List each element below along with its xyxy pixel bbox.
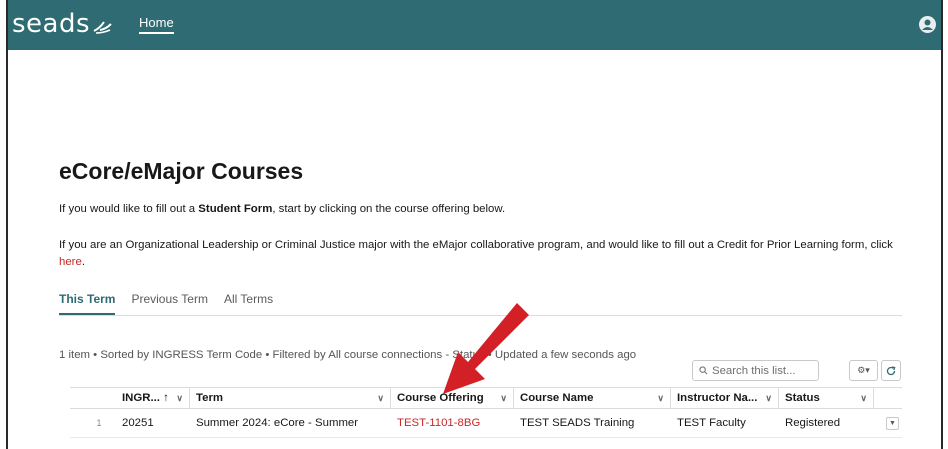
table-row: 1 20251 Summer 2024: eCore - Summer TEST… — [70, 409, 902, 438]
term-tabs: This Term Previous Term All Terms — [59, 292, 902, 316]
search-input[interactable] — [712, 364, 812, 377]
course-offering-link[interactable]: TEST-1101-8BG — [397, 417, 480, 429]
header-row-number — [70, 388, 116, 408]
cpl-end: . — [81, 256, 85, 268]
refresh-icon — [886, 365, 896, 375]
chevron-down-icon: ▾ — [865, 365, 870, 375]
leaf-icon — [93, 21, 112, 34]
column-header-term[interactable]: Term ∨ — [190, 388, 391, 408]
column-header-status[interactable]: Status ∨ — [779, 388, 874, 408]
courses-table: INGR... ↑ ∨ Term ∨ Course Offering ∨ Course… — [70, 387, 902, 438]
seads-logo[interactable]: seads — [12, 9, 114, 39]
intro-prefix: If you would like to fill out a — [59, 203, 199, 215]
page-title: eCore/eMajor Courses — [59, 158, 304, 184]
chevron-down-icon[interactable]: ∨ — [377, 393, 384, 404]
gear-icon: ⚙ — [857, 365, 866, 375]
cpl-here-link[interactable]: here — [59, 256, 82, 268]
column-header-instructor[interactable]: Instructor Na... ∨ — [671, 388, 779, 408]
column-header-course-offering[interactable]: Course Offering ∨ — [391, 388, 514, 408]
cell-ingress: 20251 — [122, 417, 154, 429]
header-actions — [874, 388, 902, 408]
chevron-down-icon[interactable]: ∨ — [176, 393, 183, 404]
cpl-text: If you are an Organizational Leadership … — [59, 237, 909, 271]
cell-term: Summer 2024: eCore - Summer — [196, 417, 359, 429]
row-actions-dropdown[interactable]: ▼ — [886, 416, 899, 430]
list-settings-button[interactable]: ⚙ ▾ — [849, 360, 878, 381]
search-box[interactable] — [692, 360, 819, 381]
tab-all-terms[interactable]: All Terms — [224, 292, 273, 315]
app-frame: seads Home eCore/eMajor Courses If you w… — [6, 0, 943, 449]
intro-bold: Student Form — [198, 203, 273, 215]
column-header-ingress[interactable]: INGR... ↑ ∨ — [116, 388, 190, 408]
intro-text: If you would like to fill out a Student … — [59, 203, 505, 215]
search-icon — [699, 366, 708, 375]
cpl-prefix: If you are an Organizational Leadership … — [59, 239, 893, 251]
nav-home-link[interactable]: Home — [139, 15, 174, 34]
user-avatar-icon[interactable] — [919, 16, 936, 33]
tab-this-term[interactable]: This Term — [59, 292, 116, 315]
chevron-down-icon[interactable]: ∨ — [860, 393, 867, 404]
cell-instructor: TEST Faculty — [677, 417, 746, 429]
intro-suffix: , start by clicking on the course offeri… — [272, 203, 506, 215]
refresh-button[interactable] — [881, 360, 901, 381]
table-header: INGR... ↑ ∨ Term ∨ Course Offering ∨ Course… — [70, 387, 902, 409]
tab-previous-term[interactable]: Previous Term — [131, 292, 207, 315]
cell-course-name: TEST SEADS Training — [520, 417, 635, 429]
logo-text: seads — [12, 9, 91, 39]
list-info: 1 item • Sorted by INGRESS Term Code • F… — [59, 349, 637, 361]
row-number: 1 — [96, 418, 102, 428]
chevron-down-icon[interactable]: ∨ — [765, 393, 772, 404]
chevron-down-icon[interactable]: ∨ — [500, 393, 507, 404]
cell-status: Registered — [785, 417, 841, 429]
annotation-arrow — [443, 303, 529, 394]
chevron-down-icon[interactable]: ∨ — [657, 393, 664, 404]
column-header-course-name[interactable]: Course Name ∨ — [514, 388, 671, 408]
top-navigation-bar: seads Home — [8, 0, 941, 50]
